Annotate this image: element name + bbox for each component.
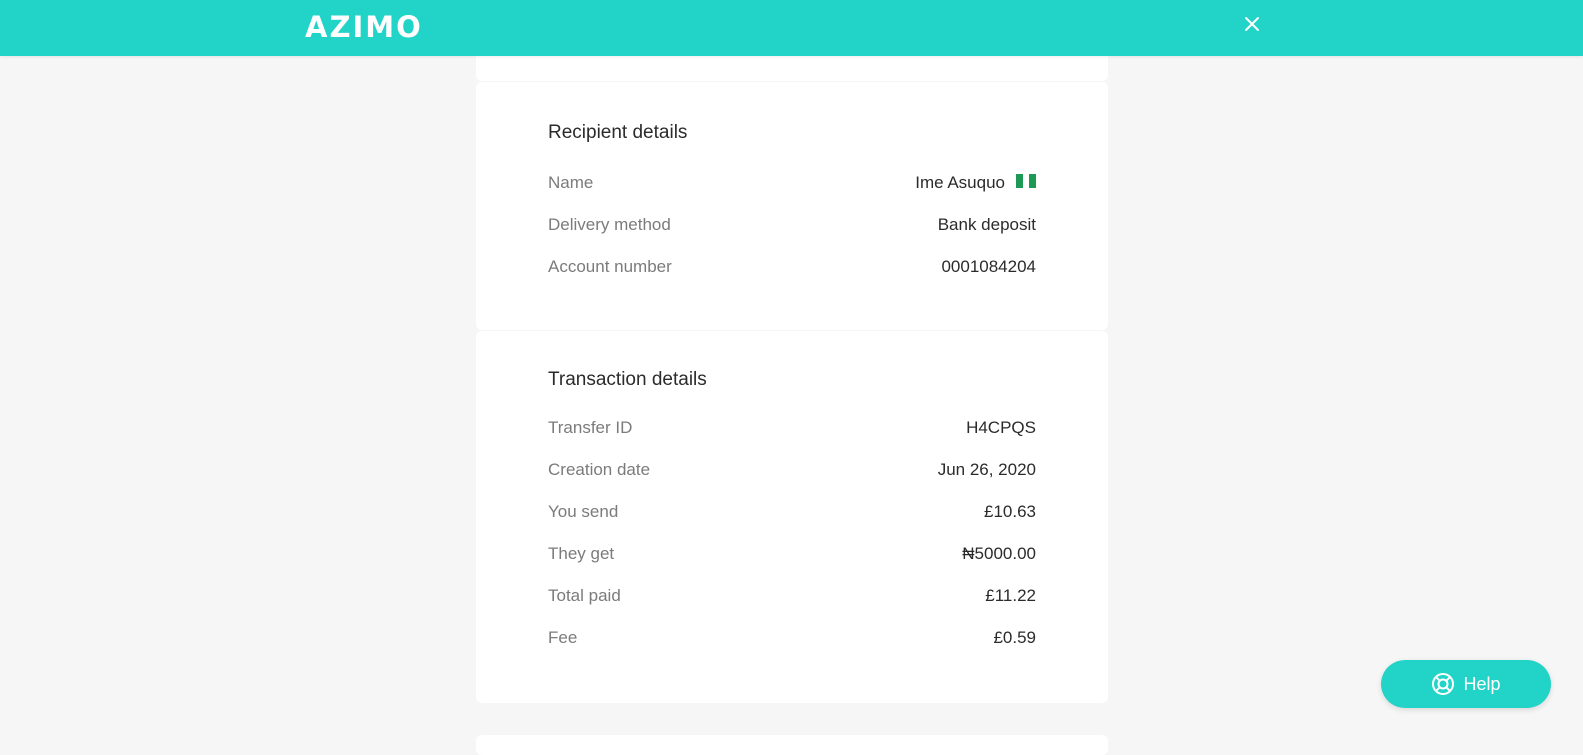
recipient-name-value: Ime Asuquo: [915, 173, 1005, 192]
delivery-method-row: Delivery method Bank deposit: [548, 213, 1036, 237]
fee-value: £0.59: [993, 628, 1036, 647]
row-label: They get: [548, 544, 615, 563]
creation-date-value: Jun 26, 2020: [937, 460, 1036, 479]
they-get-value: ₦5000.00: [962, 544, 1036, 563]
transfer-id-value: H4CPQS: [966, 418, 1036, 437]
row-label: Name: [548, 173, 594, 192]
transfer-id-row: Transfer ID H4CPQS: [548, 416, 1036, 440]
total-paid-row: Total paid £11.22: [548, 584, 1036, 608]
lifebuoy-icon: [1431, 672, 1455, 696]
recipient-name-row: Name Ime Asuquo: [548, 171, 1037, 195]
row-label: Transfer ID: [548, 418, 633, 437]
row-label: Fee: [548, 628, 578, 647]
row-label: Account number: [548, 257, 672, 276]
fee-row: Fee £0.59: [548, 626, 1036, 650]
row-label: Creation date: [548, 460, 651, 479]
row-label: You send: [548, 502, 619, 521]
they-get-row: They get ₦5000.00: [548, 542, 1036, 566]
you-send-value: £10.63: [984, 502, 1036, 521]
help-button[interactable]: Help: [1381, 660, 1551, 708]
row-label: Total paid: [548, 586, 621, 605]
transaction-details-title: Transaction details: [548, 369, 707, 390]
transaction-details-card: Transaction details Transfer ID H4CPQS C…: [476, 331, 1108, 703]
account-number-value: 0001084204: [941, 257, 1036, 276]
delivery-method-value: Bank deposit: [937, 215, 1036, 234]
total-paid-value: £11.22: [985, 586, 1036, 605]
recipient-details-card: Recipient details Name Ime Asuquo Delive…: [476, 82, 1108, 330]
row-label: Delivery method: [548, 215, 671, 234]
recipient-details-title: Recipient details: [548, 122, 688, 143]
creation-date-row: Creation date Jun 26, 2020: [548, 458, 1036, 482]
next-card: [476, 735, 1108, 755]
nigeria-flag-icon: [1016, 174, 1037, 188]
close-icon: [1245, 17, 1259, 31]
you-send-row: You send £10.63: [548, 500, 1036, 524]
account-number-row: Account number 0001084204: [548, 255, 1036, 279]
close-button[interactable]: [1244, 16, 1268, 40]
azimo-logo[interactable]: AZIMO: [305, 11, 423, 43]
help-label: Help: [1463, 673, 1501, 694]
top-bar: AZIMO: [0, 0, 1583, 56]
